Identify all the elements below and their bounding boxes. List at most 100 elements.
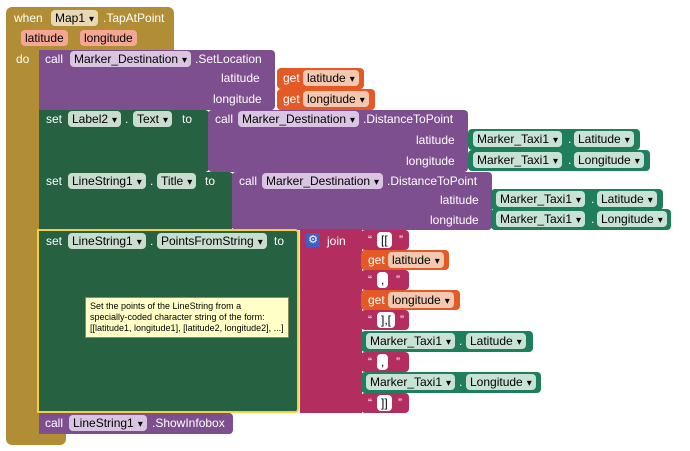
latitude-property-dropdown[interactable]: Latitude ▾ xyxy=(574,131,634,147)
text-string-value[interactable]: ],[ xyxy=(377,312,396,328)
linestring1-component-dropdown[interactable]: LineString1 ▾ xyxy=(69,415,147,431)
distancetopoint-method: .DistanceToPoint xyxy=(363,112,454,126)
chevron-down-icon: ▾ xyxy=(576,215,582,226)
marker-taxi1-dropdown[interactable]: Marker_Taxi1 ▾ xyxy=(473,152,563,168)
marker-destination-label: Marker_Destination xyxy=(266,174,371,188)
map1-component-label: Map1 xyxy=(55,11,86,25)
chevron-down-icon: ▾ xyxy=(137,419,143,430)
get-keyword: get xyxy=(368,253,385,267)
get-var-longitude-dropdown[interactable]: longitude ▾ xyxy=(303,91,369,107)
open-quote: “ xyxy=(368,273,372,287)
dot-separator: . xyxy=(459,334,463,348)
call-keyword: call xyxy=(45,52,64,66)
get-var-latitude-dropdown[interactable]: latitude ▾ xyxy=(303,70,359,86)
pointsfromstring-property-dropdown[interactable]: PointsFromString ▾ xyxy=(157,233,267,249)
text-property-dropdown[interactable]: Text ▾ xyxy=(133,111,173,127)
param-latitude[interactable]: latitude xyxy=(21,30,68,46)
marker-destination-label: Marker_Destination xyxy=(242,112,347,126)
get-var-longitude-dropdown[interactable]: longitude ▾ xyxy=(388,292,454,308)
marker-taxi1-dropdown[interactable]: Marker_Taxi1 ▾ xyxy=(496,211,586,227)
chevron-down-icon: ▾ xyxy=(647,195,653,206)
marker-taxi1-dropdown[interactable]: Marker_Taxi1 ▾ xyxy=(496,191,586,207)
chevron-down-icon: ▾ xyxy=(257,237,263,248)
latitude-property-dropdown[interactable]: Latitude ▾ xyxy=(466,333,526,349)
call-keyword: call xyxy=(45,416,64,430)
get-keyword: get xyxy=(283,92,300,106)
chevron-down-icon: ▾ xyxy=(350,115,356,126)
text-string-value[interactable]: , xyxy=(377,354,389,370)
get-keyword: get xyxy=(368,293,385,307)
map1-component-dropdown[interactable]: Map1 ▾ xyxy=(51,10,99,26)
arg-label-latitude: latitude xyxy=(221,71,260,85)
dot-separator: . xyxy=(150,234,154,248)
arg-label-longitude: longitude xyxy=(406,154,455,168)
title-property-label: Title xyxy=(161,174,184,188)
arg-label-longitude: longitude xyxy=(430,213,479,227)
longitude-property-dropdown[interactable]: Longitude ▾ xyxy=(574,152,644,168)
text-string-value[interactable]: , xyxy=(377,272,389,288)
chevron-down-icon: ▾ xyxy=(657,215,663,226)
chevron-down-icon: ▾ xyxy=(374,177,380,188)
var-longitude-label: longitude xyxy=(307,92,356,106)
marker-taxi1-label: Marker_Taxi1 xyxy=(370,334,443,348)
marker-taxi1-label: Marker_Taxi1 xyxy=(500,192,573,206)
marker-taxi1-dropdown[interactable]: Marker_Taxi1 ▾ xyxy=(473,131,563,147)
join-keyword: join xyxy=(327,234,346,248)
linestring1-component-dropdown[interactable]: LineString1 ▾ xyxy=(68,233,146,249)
event-name: .TapAtPoint xyxy=(103,11,165,25)
longitude-property-dropdown[interactable]: Longitude ▾ xyxy=(466,374,536,390)
linestring1-component-dropdown[interactable]: LineString1 ▾ xyxy=(68,173,146,189)
chevron-down-icon: ▾ xyxy=(516,337,522,348)
to-keyword: to xyxy=(205,174,216,188)
title-property-dropdown[interactable]: Title ▾ xyxy=(157,173,197,189)
text-string-value[interactable]: ]] xyxy=(377,395,392,411)
gear-icon[interactable]: ⚙ xyxy=(306,233,320,247)
do-keyword: do xyxy=(16,52,30,66)
get-var-latitude-dropdown[interactable]: latitude ▾ xyxy=(388,252,444,268)
open-quote: “ xyxy=(368,355,372,369)
get-keyword: get xyxy=(283,71,300,85)
setlocation-method: .SetLocation xyxy=(195,52,262,66)
pointsfromstring-property-label: PointsFromString xyxy=(161,234,254,248)
dot-separator: . xyxy=(568,132,572,146)
to-keyword: to xyxy=(274,234,285,248)
marker-taxi1-label: Marker_Taxi1 xyxy=(477,132,550,146)
marker-taxi1-dropdown[interactable]: Marker_Taxi1 ▾ xyxy=(366,374,456,390)
text-property-label: Text xyxy=(137,112,160,126)
dot-separator: . xyxy=(568,153,572,167)
chevron-down-icon: ▾ xyxy=(136,237,142,248)
marker-destination-label: Marker_Destination xyxy=(74,52,179,66)
arg-label-latitude: latitude xyxy=(440,193,479,207)
param-longitude[interactable]: longitude xyxy=(80,30,137,46)
marker-taxi1-label: Marker_Taxi1 xyxy=(370,375,443,389)
label2-component-dropdown[interactable]: Label2 ▾ xyxy=(68,111,122,127)
set-keyword: set xyxy=(46,234,63,248)
dot-separator: . xyxy=(459,375,463,389)
var-latitude-label: latitude xyxy=(392,253,431,267)
chevron-down-icon: ▾ xyxy=(526,378,532,389)
chevron-down-icon: ▾ xyxy=(359,95,365,106)
latitude-property-label: Latitude xyxy=(470,334,513,348)
chevron-down-icon: ▾ xyxy=(163,115,169,126)
text-string-value[interactable]: [[ xyxy=(377,232,392,248)
marker-destination-dropdown[interactable]: Marker_Destination ▾ xyxy=(238,111,360,127)
chevron-down-icon: ▾ xyxy=(634,156,640,167)
longitude-property-label: Longitude xyxy=(578,153,631,167)
chevron-down-icon: ▾ xyxy=(446,378,452,389)
call-keyword: call xyxy=(215,112,234,126)
marker-taxi1-dropdown[interactable]: Marker_Taxi1 ▾ xyxy=(366,333,456,349)
close-quote: ” xyxy=(399,233,403,247)
to-keyword: to xyxy=(182,112,193,126)
set-keyword: set xyxy=(46,112,63,126)
marker-destination-dropdown[interactable]: Marker_Destination ▾ xyxy=(262,173,384,189)
latitude-property-dropdown[interactable]: Latitude ▾ xyxy=(597,191,657,207)
distancetopoint-method: .DistanceToPoint xyxy=(387,174,478,188)
comment-bubble: Set the points of the LineString from a … xyxy=(85,297,289,338)
longitude-property-dropdown[interactable]: Longitude ▾ xyxy=(597,211,667,227)
marker-taxi1-label: Marker_Taxi1 xyxy=(500,212,573,226)
close-quote: ” xyxy=(400,313,404,327)
chevron-down-icon: ▾ xyxy=(624,135,630,146)
open-quote: “ xyxy=(368,233,372,247)
open-quote: “ xyxy=(368,396,372,410)
marker-destination-dropdown[interactable]: Marker_Destination ▾ xyxy=(70,51,192,67)
